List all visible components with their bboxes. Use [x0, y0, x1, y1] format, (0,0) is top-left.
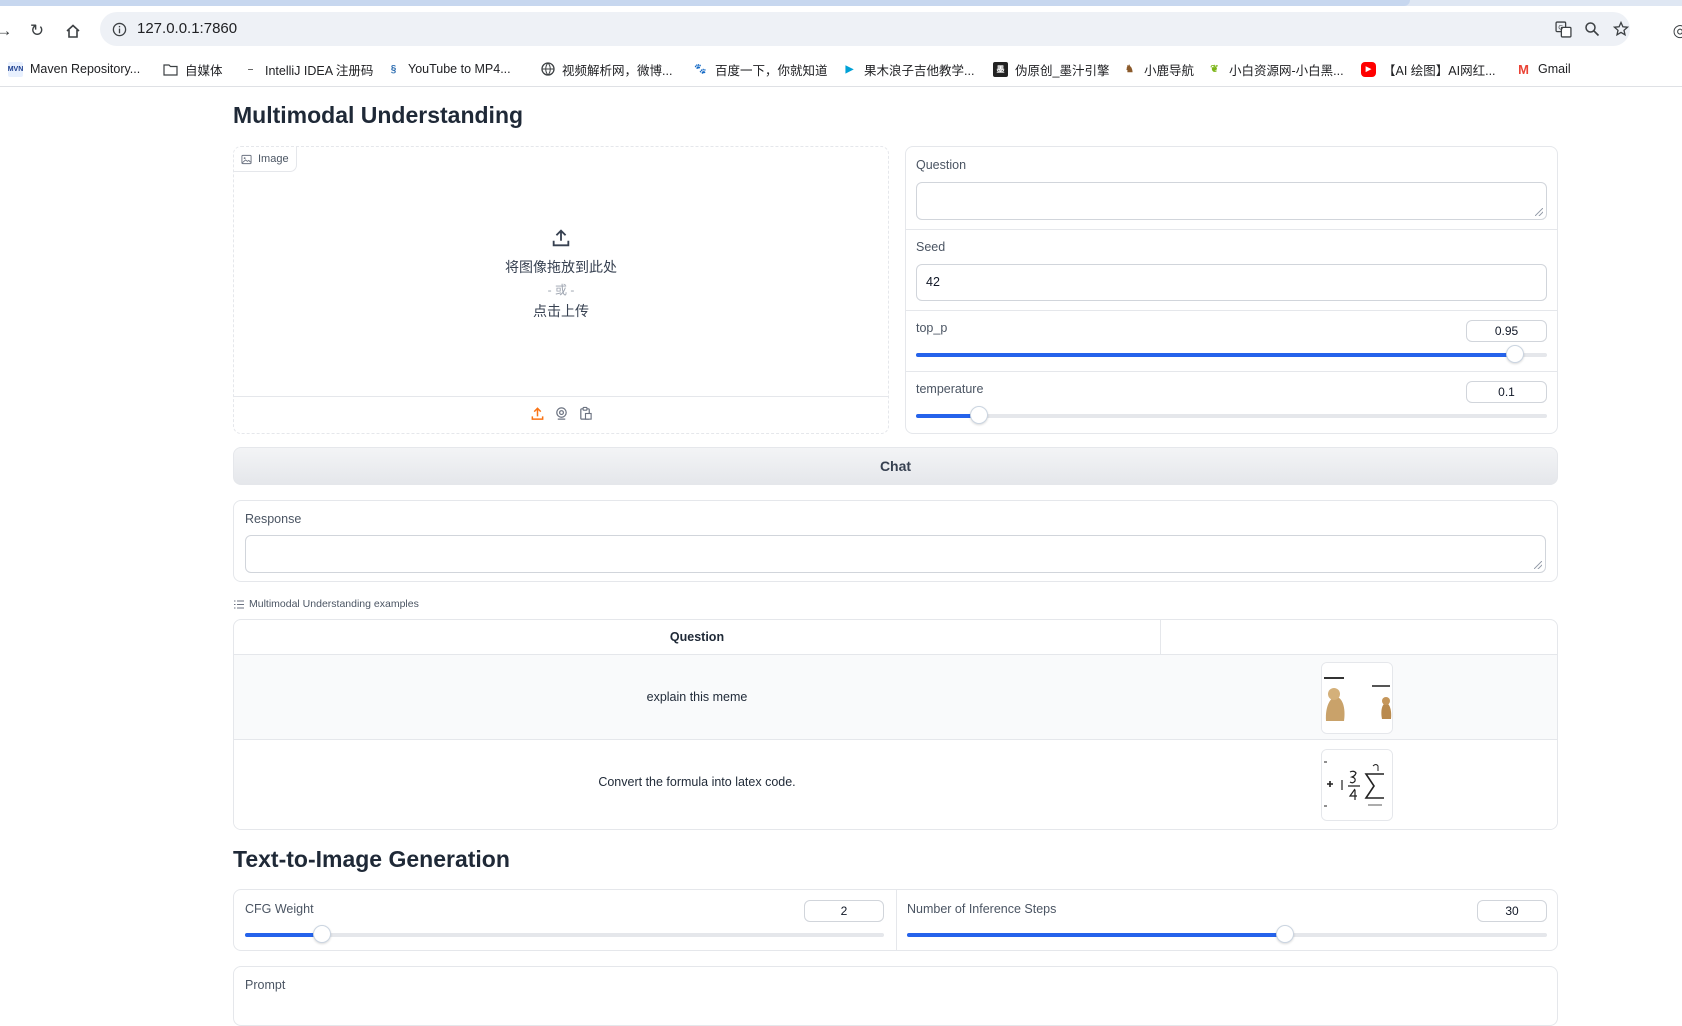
examples-table: Question explain this meme Convert the f… — [233, 619, 1558, 830]
column-header-question: Question — [669, 630, 725, 644]
table-row[interactable]: explain this meme — [234, 655, 1557, 739]
t2i-title: Text-to-Image Generation — [233, 846, 510, 872]
bookmark-baidu[interactable]: 🐾 百度一下，你就知道 — [693, 60, 827, 78]
upload-icon — [234, 227, 888, 251]
temperature-label: temperature — [916, 382, 984, 396]
column-divider — [896, 890, 897, 950]
folder-icon — [163, 62, 178, 77]
table-row[interactable]: Convert the formula into latex code. — [234, 740, 1557, 829]
response-output[interactable] — [245, 535, 1546, 573]
question-label: Question — [916, 158, 967, 172]
cfg-label: CFG Weight — [245, 902, 314, 916]
examples-header: Multimodal Understanding examples — [234, 598, 419, 610]
steps-fill — [907, 933, 1285, 937]
top-p-number[interactable]: 0.95 — [1466, 320, 1547, 342]
meme-thumbnail[interactable] — [1321, 662, 1393, 734]
steps-number[interactable]: 30 — [1477, 900, 1547, 922]
image-icon — [241, 154, 252, 165]
bookmark-intellij[interactable]: – IntelliJ IDEA 注册码 — [243, 60, 374, 78]
url-text[interactable]: 127.0.0.1:7860 — [137, 20, 237, 37]
cfg-slider[interactable] — [245, 925, 884, 943]
reload-icon[interactable]: ↻ — [25, 19, 49, 43]
upload-source-icon[interactable] — [530, 406, 545, 426]
address-row: → ↻ 127.0.0.1:7860 G ◎ — [0, 6, 1682, 52]
gmail-icon: M — [1518, 61, 1529, 77]
clipboard-source-icon[interactable] — [578, 406, 593, 426]
baidu-icon: 🐾 — [694, 63, 707, 75]
globe-icon — [540, 62, 555, 77]
formula-thumbnail[interactable] — [1321, 749, 1393, 821]
list-icon — [234, 600, 244, 609]
extension-icon[interactable]: ◎ — [1668, 19, 1682, 43]
or-text: - 或 - — [547, 283, 575, 297]
cfg-thumb[interactable] — [312, 925, 331, 943]
bookmark-ai-draw[interactable]: ▶ 【AI 绘图】AI网红... — [1361, 60, 1496, 78]
drop-text: 将图像拖放到此处 — [505, 259, 617, 275]
example-question[interactable]: explain this meme — [234, 655, 1160, 739]
bookmark-youtube-mp4[interactable]: § YouTube to MP4... — [386, 60, 511, 78]
deer-icon: ♞ — [1125, 63, 1134, 75]
steps-label: Number of Inference Steps — [907, 902, 1057, 916]
prompt-label: Prompt — [245, 978, 286, 992]
question-input[interactable] — [916, 182, 1547, 220]
bookmark-maven[interactable]: MVN Maven Repository... — [8, 60, 140, 78]
bookmark-xiaobai[interactable]: ❦ 小白资源网-小白黑... — [1207, 60, 1343, 78]
top-p-thumb[interactable] — [1506, 345, 1525, 363]
chat-button[interactable]: Chat — [233, 447, 1558, 485]
mmu-title: Multimodal Understanding — [233, 102, 524, 128]
seed-input[interactable]: 42 — [916, 264, 1547, 301]
address-bar[interactable]: 127.0.0.1:7860 G — [100, 12, 1630, 46]
image-upload[interactable]: Image 将图像拖放到此处 - 或 - 点击上传 — [233, 146, 889, 434]
bookmark-video-parse[interactable]: 视频解析网，微博... — [540, 60, 672, 78]
divider — [906, 371, 1557, 372]
bookmark-guitar[interactable]: ▶ 果木浪子吉他教学... — [842, 60, 975, 78]
zoom-icon[interactable] — [1583, 20, 1601, 38]
example-question[interactable]: Convert the formula into latex code. — [234, 740, 1160, 824]
cfg-number[interactable]: 2 — [804, 900, 884, 922]
temperature-slider[interactable] — [916, 406, 1547, 424]
click-upload-text: 点击上传 — [533, 303, 589, 319]
top-p-slider[interactable] — [916, 345, 1547, 363]
divider — [906, 229, 1557, 230]
site-info-icon[interactable] — [110, 20, 128, 38]
bookmark-folder-zimeiti[interactable]: 自媒体 — [163, 60, 223, 78]
params-panel: Question Seed 42 top_p 0.95 temperature … — [905, 146, 1558, 434]
leaf-icon: ❦ — [1210, 63, 1219, 75]
dash-icon: – — [247, 63, 254, 75]
image-label-badge: Image — [234, 147, 297, 172]
bookmark-gmail[interactable]: M Gmail — [1516, 60, 1571, 78]
bookmark-star-icon[interactable] — [1612, 20, 1630, 38]
steps-slider[interactable] — [907, 925, 1547, 943]
forward-icon[interactable]: → — [0, 19, 16, 43]
resize-handle[interactable] — [1535, 208, 1543, 216]
seed-label: Seed — [916, 240, 946, 254]
top-p-label: top_p — [916, 321, 948, 335]
home-icon[interactable] — [61, 19, 85, 43]
cfg-fill — [245, 933, 322, 937]
response-label: Response — [245, 512, 302, 526]
link-icon: § — [390, 63, 397, 75]
engine-icon: 墨 — [993, 61, 1008, 77]
response-panel: Response — [233, 500, 1558, 582]
translate-icon[interactable]: G — [1554, 20, 1572, 38]
svg-text:G: G — [1558, 23, 1563, 31]
bilibili-icon: ▶ — [845, 63, 854, 75]
upload-divider — [234, 396, 888, 397]
youtube-icon: ▶ — [1361, 61, 1376, 77]
top-p-fill — [916, 353, 1516, 357]
source-selector — [530, 406, 593, 426]
resize-handle[interactable] — [1534, 561, 1542, 569]
t2i-params-panel: CFG Weight 2 Number of Inference Steps 3… — [233, 889, 1558, 951]
prompt-panel: Prompt — [233, 966, 1558, 1026]
temperature-number[interactable]: 0.1 — [1466, 381, 1547, 403]
steps-thumb[interactable] — [1275, 925, 1294, 943]
maven-icon: MVN — [8, 61, 23, 77]
bookmark-mozhi[interactable]: 墨伪原创_墨汁引擎 — [993, 60, 1109, 78]
divider — [906, 310, 1557, 311]
webcam-source-icon[interactable] — [554, 406, 569, 426]
bookmark-xiaolu[interactable]: ♞ 小鹿导航 — [1122, 60, 1194, 78]
temperature-thumb[interactable] — [970, 406, 989, 424]
bookmarks-bar: MVN Maven Repository... 自媒体 – IntelliJ IDE… — [0, 52, 1682, 87]
drop-zone[interactable]: 将图像拖放到此处 - 或 - 点击上传 — [234, 227, 888, 321]
